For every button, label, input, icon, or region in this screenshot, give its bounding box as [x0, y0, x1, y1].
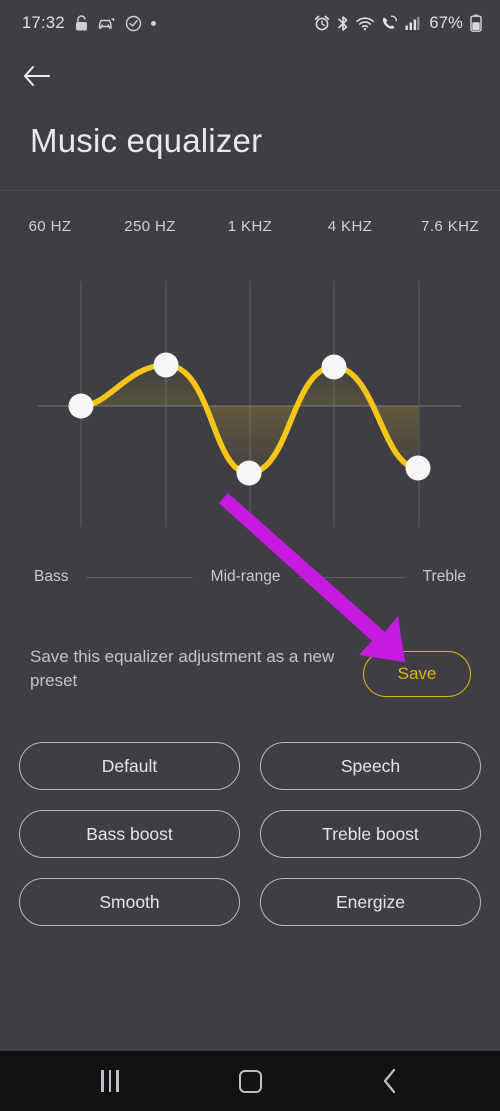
preset-label: Speech [340, 755, 401, 776]
battery-icon [470, 14, 482, 32]
preset-button-bass-boost[interactable]: Bass boost [19, 810, 240, 858]
dot-icon [150, 20, 156, 26]
save-button-label: Save [397, 664, 437, 683]
range-label-row: Bass Mid-range Treble [0, 565, 500, 589]
status-bar-right: 67% [314, 14, 482, 33]
battery-percentage: 67% [429, 13, 463, 32]
preset-label: Energize [335, 891, 406, 912]
car-icon [98, 16, 116, 31]
alarm-icon [314, 15, 330, 31]
phone-screen: 17:32 67% Music equalizer 60 HZ 250 HZ 1… [0, 0, 500, 1111]
preset-label: Smooth [99, 891, 160, 912]
page-title: Music equalizer [30, 122, 263, 159]
band-handle-76khz[interactable] [405, 455, 431, 481]
equalizer-curve-graph[interactable] [0, 191, 500, 601]
preset-label: Default [101, 755, 158, 776]
range-label-bass: Bass [34, 568, 69, 585]
save-preset-description: Save this equalizer adjustment as a new … [30, 647, 335, 690]
preset-button-speech[interactable]: Speech [260, 742, 481, 790]
range-rule-right [298, 576, 405, 578]
save-button[interactable]: Save [363, 651, 471, 697]
band-handle-4khz[interactable] [321, 354, 347, 380]
status-clock: 17:32 [22, 13, 65, 32]
nav-back-button[interactable] [355, 1051, 425, 1111]
call-icon [381, 15, 398, 31]
status-bar: 17:32 67% [0, 0, 500, 46]
home-icon [238, 1069, 262, 1093]
signal-icon [405, 16, 420, 31]
preset-label: Bass boost [86, 823, 173, 844]
preset-button-energize[interactable]: Energize [260, 878, 481, 926]
equalizer-panel: 60 HZ 250 HZ 1 KHZ 4 KHZ 7.6 KHZ [0, 191, 500, 601]
status-bar-left: 17:32 [22, 14, 156, 33]
bluetooth-icon [337, 15, 349, 32]
range-label-treble: Treble [422, 568, 467, 585]
range-label-mid: Mid-range [210, 568, 281, 585]
back-button[interactable] [16, 56, 56, 96]
band-handle-1khz[interactable] [236, 460, 262, 486]
preset-button-grid: Default Speech Bass boost Treble boost S… [19, 742, 481, 926]
nav-back-icon [383, 1068, 396, 1094]
wifi-icon [356, 16, 375, 31]
range-rule-left [86, 576, 193, 578]
system-navigation-bar [0, 1051, 500, 1111]
preset-label: Treble boost [322, 823, 419, 844]
lock-icon [74, 14, 89, 32]
back-arrow-icon [23, 66, 50, 86]
recents-icon [101, 1070, 119, 1092]
preset-button-default[interactable]: Default [19, 742, 240, 790]
preset-button-treble-boost[interactable]: Treble boost [260, 810, 481, 858]
nav-home-button[interactable] [215, 1051, 285, 1111]
clock-check-icon [125, 15, 142, 32]
band-handle-250hz[interactable] [153, 352, 179, 378]
nav-recents-button[interactable] [75, 1051, 145, 1111]
band-handle-60hz[interactable] [68, 393, 94, 419]
preset-button-smooth[interactable]: Smooth [19, 878, 240, 926]
